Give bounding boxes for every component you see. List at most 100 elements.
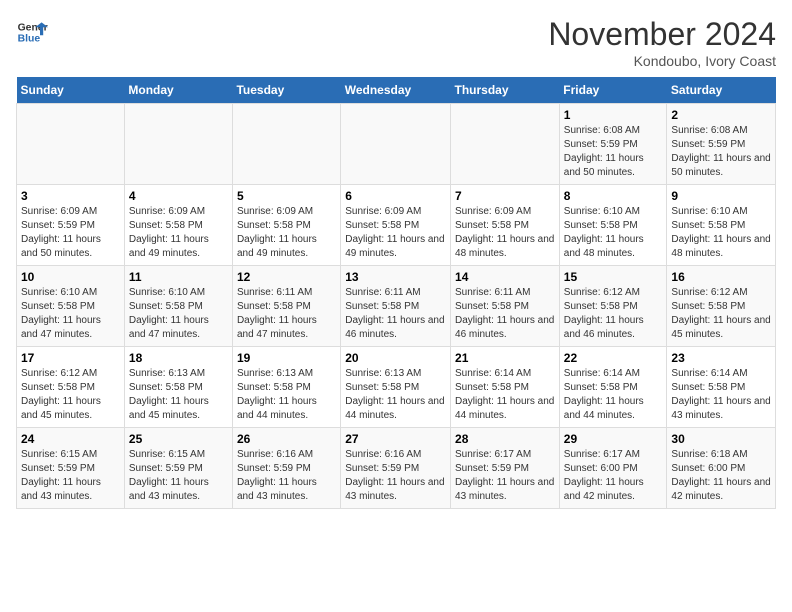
calendar-cell: 21 Sunrise: 6:14 AM Sunset: 5:58 PM Dayli… (451, 347, 560, 428)
day-info: Sunrise: 6:13 AM Sunset: 5:58 PM Dayligh… (345, 367, 446, 423)
day-info: Sunrise: 6:12 AM Sunset: 5:58 PM Dayligh… (21, 367, 120, 423)
day-number: 19 (237, 351, 336, 365)
day-info: Sunrise: 6:13 AM Sunset: 5:58 PM Dayligh… (237, 367, 336, 423)
calendar-cell: 10 Sunrise: 6:10 AM Sunset: 5:58 PM Dayli… (17, 266, 125, 347)
day-number: 17 (21, 351, 120, 365)
calendar-cell: 27 Sunrise: 6:16 AM Sunset: 5:59 PM Dayli… (341, 428, 451, 509)
day-number: 26 (237, 432, 336, 446)
day-number: 10 (21, 270, 120, 284)
day-number: 11 (129, 270, 228, 284)
calendar-week-row: 1 Sunrise: 6:08 AM Sunset: 5:59 PM Daylig… (17, 104, 776, 185)
calendar-table: SundayMondayTuesdayWednesdayThursdayFrid… (16, 77, 776, 509)
calendar-cell: 16 Sunrise: 6:12 AM Sunset: 5:58 PM Dayli… (667, 266, 776, 347)
day-number: 14 (455, 270, 555, 284)
day-info: Sunrise: 6:08 AM Sunset: 5:59 PM Dayligh… (564, 124, 663, 180)
day-info: Sunrise: 6:14 AM Sunset: 5:58 PM Dayligh… (455, 367, 555, 423)
day-info: Sunrise: 6:09 AM Sunset: 5:59 PM Dayligh… (21, 205, 120, 261)
day-number: 20 (345, 351, 446, 365)
day-info: Sunrise: 6:12 AM Sunset: 5:58 PM Dayligh… (671, 286, 771, 342)
day-number: 6 (345, 189, 446, 203)
day-number: 7 (455, 189, 555, 203)
day-number: 18 (129, 351, 228, 365)
day-info: Sunrise: 6:15 AM Sunset: 5:59 PM Dayligh… (129, 448, 228, 504)
day-info: Sunrise: 6:17 AM Sunset: 6:00 PM Dayligh… (564, 448, 663, 504)
day-number: 15 (564, 270, 663, 284)
day-info: Sunrise: 6:10 AM Sunset: 5:58 PM Dayligh… (129, 286, 228, 342)
calendar-cell (341, 104, 451, 185)
day-number: 24 (21, 432, 120, 446)
calendar-cell: 9 Sunrise: 6:10 AM Sunset: 5:58 PM Daylig… (667, 185, 776, 266)
header: General Blue November 2024 Kondoubo, Ivo… (16, 16, 776, 69)
day-number: 3 (21, 189, 120, 203)
title-area: November 2024 Kondoubo, Ivory Coast (548, 16, 776, 69)
weekday-header-wednesday: Wednesday (341, 77, 451, 104)
calendar-week-row: 17 Sunrise: 6:12 AM Sunset: 5:58 PM Dayli… (17, 347, 776, 428)
calendar-cell: 28 Sunrise: 6:17 AM Sunset: 5:59 PM Dayli… (451, 428, 560, 509)
day-info: Sunrise: 6:15 AM Sunset: 5:59 PM Dayligh… (21, 448, 120, 504)
svg-text:Blue: Blue (18, 34, 41, 45)
day-info: Sunrise: 6:18 AM Sunset: 6:00 PM Dayligh… (671, 448, 771, 504)
day-info: Sunrise: 6:09 AM Sunset: 5:58 PM Dayligh… (345, 205, 446, 261)
calendar-week-row: 24 Sunrise: 6:15 AM Sunset: 5:59 PM Dayli… (17, 428, 776, 509)
day-info: Sunrise: 6:09 AM Sunset: 5:58 PM Dayligh… (455, 205, 555, 261)
calendar-cell: 30 Sunrise: 6:18 AM Sunset: 6:00 PM Dayli… (667, 428, 776, 509)
day-info: Sunrise: 6:11 AM Sunset: 5:58 PM Dayligh… (237, 286, 336, 342)
day-number: 23 (671, 351, 771, 365)
day-number: 13 (345, 270, 446, 284)
day-info: Sunrise: 6:09 AM Sunset: 5:58 PM Dayligh… (129, 205, 228, 261)
day-number: 21 (455, 351, 555, 365)
calendar-cell: 4 Sunrise: 6:09 AM Sunset: 5:58 PM Daylig… (124, 185, 232, 266)
day-info: Sunrise: 6:10 AM Sunset: 5:58 PM Dayligh… (671, 205, 771, 261)
day-number: 29 (564, 432, 663, 446)
day-number: 22 (564, 351, 663, 365)
calendar-cell: 24 Sunrise: 6:15 AM Sunset: 5:59 PM Dayli… (17, 428, 125, 509)
day-info: Sunrise: 6:11 AM Sunset: 5:58 PM Dayligh… (345, 286, 446, 342)
day-number: 27 (345, 432, 446, 446)
calendar-cell: 17 Sunrise: 6:12 AM Sunset: 5:58 PM Dayli… (17, 347, 125, 428)
day-info: Sunrise: 6:10 AM Sunset: 5:58 PM Dayligh… (21, 286, 120, 342)
calendar-cell: 2 Sunrise: 6:08 AM Sunset: 5:59 PM Daylig… (667, 104, 776, 185)
day-info: Sunrise: 6:14 AM Sunset: 5:58 PM Dayligh… (564, 367, 663, 423)
day-number: 8 (564, 189, 663, 203)
day-info: Sunrise: 6:11 AM Sunset: 5:58 PM Dayligh… (455, 286, 555, 342)
calendar-header: SundayMondayTuesdayWednesdayThursdayFrid… (17, 77, 776, 104)
logo-icon: General Blue (16, 16, 48, 48)
weekday-header-saturday: Saturday (667, 77, 776, 104)
day-number: 30 (671, 432, 771, 446)
calendar-cell: 29 Sunrise: 6:17 AM Sunset: 6:00 PM Dayli… (559, 428, 667, 509)
month-title: November 2024 (548, 16, 776, 53)
day-info: Sunrise: 6:09 AM Sunset: 5:58 PM Dayligh… (237, 205, 336, 261)
calendar-cell: 15 Sunrise: 6:12 AM Sunset: 5:58 PM Dayli… (559, 266, 667, 347)
day-number: 9 (671, 189, 771, 203)
calendar-cell: 14 Sunrise: 6:11 AM Sunset: 5:58 PM Dayli… (451, 266, 560, 347)
calendar-cell: 3 Sunrise: 6:09 AM Sunset: 5:59 PM Daylig… (17, 185, 125, 266)
calendar-cell (232, 104, 340, 185)
calendar-cell: 6 Sunrise: 6:09 AM Sunset: 5:58 PM Daylig… (341, 185, 451, 266)
calendar-cell: 26 Sunrise: 6:16 AM Sunset: 5:59 PM Dayli… (232, 428, 340, 509)
calendar-cell: 20 Sunrise: 6:13 AM Sunset: 5:58 PM Dayli… (341, 347, 451, 428)
weekday-header-monday: Monday (124, 77, 232, 104)
day-info: Sunrise: 6:14 AM Sunset: 5:58 PM Dayligh… (671, 367, 771, 423)
weekday-header-row: SundayMondayTuesdayWednesdayThursdayFrid… (17, 77, 776, 104)
calendar-cell (17, 104, 125, 185)
day-info: Sunrise: 6:16 AM Sunset: 5:59 PM Dayligh… (345, 448, 446, 504)
day-info: Sunrise: 6:17 AM Sunset: 5:59 PM Dayligh… (455, 448, 555, 504)
calendar-cell: 19 Sunrise: 6:13 AM Sunset: 5:58 PM Dayli… (232, 347, 340, 428)
day-number: 16 (671, 270, 771, 284)
day-number: 1 (564, 108, 663, 122)
calendar-cell: 12Sunrise: 6:11 AM Sunset: 5:58 PM Dayli… (232, 266, 340, 347)
calendar-cell: 25Sunrise: 6:15 AM Sunset: 5:59 PM Dayli… (124, 428, 232, 509)
day-info: Sunrise: 6:08 AM Sunset: 5:59 PM Dayligh… (671, 124, 771, 180)
calendar-cell: 1 Sunrise: 6:08 AM Sunset: 5:59 PM Daylig… (559, 104, 667, 185)
day-info: Sunrise: 6:10 AM Sunset: 5:58 PM Dayligh… (564, 205, 663, 261)
day-info: Sunrise: 6:16 AM Sunset: 5:59 PM Dayligh… (237, 448, 336, 504)
calendar-week-row: 3 Sunrise: 6:09 AM Sunset: 5:59 PM Daylig… (17, 185, 776, 266)
day-number: 5 (237, 189, 336, 203)
day-number: 2 (671, 108, 771, 122)
day-info: Sunrise: 6:12 AM Sunset: 5:58 PM Dayligh… (564, 286, 663, 342)
weekday-header-thursday: Thursday (451, 77, 560, 104)
calendar-week-row: 10 Sunrise: 6:10 AM Sunset: 5:58 PM Dayli… (17, 266, 776, 347)
day-number: 4 (129, 189, 228, 203)
calendar-cell: 7 Sunrise: 6:09 AM Sunset: 5:58 PM Daylig… (451, 185, 560, 266)
day-number: 28 (455, 432, 555, 446)
